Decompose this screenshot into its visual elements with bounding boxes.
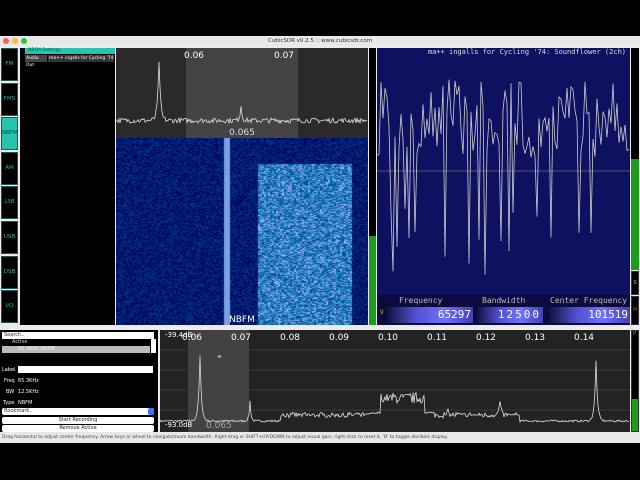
db-bottom-label: -93.0dB — [165, 421, 193, 429]
remove-active-button[interactable]: Remove Active — [2, 425, 154, 432]
start-recording-button[interactable]: Start Recording — [2, 417, 154, 424]
spectrum-trace — [160, 349, 630, 424]
mode-button-fm[interactable]: FM — [1, 48, 18, 81]
center-frequency-value[interactable]: 101519 — [549, 307, 630, 323]
peak-hold-label: P — [633, 331, 637, 337]
window-title: CubicSDR v0.2.5 :: www.cubicsdr.com — [267, 38, 373, 44]
label-label: Label — [2, 367, 16, 373]
mode-button-dsb[interactable]: DSB — [1, 255, 18, 289]
tick-label: 0.09 — [328, 333, 350, 343]
minimize-window-button[interactable] — [12, 38, 18, 44]
bandwidth-label: Bandwidth — [482, 296, 526, 305]
freq-value: 65.3KHz — [18, 378, 39, 384]
scrollbar[interactable] — [151, 339, 156, 353]
tick-label: 0.11 — [426, 333, 448, 343]
waterfall-canvas — [116, 138, 368, 325]
move-cursor-icon: ⌖ — [217, 352, 222, 361]
bw-value: 12.5KHz — [18, 389, 39, 395]
center-freq-label: 0.065 — [206, 421, 232, 431]
tick-label: 0.10 — [377, 333, 399, 343]
settings-header[interactable]: NBFM Settings — [25, 48, 115, 54]
audio-scope: ma++ ingalls for Cycling '74: Soundflowe… — [377, 48, 630, 295]
audio-out-select[interactable]: ma++ ingalls for Cycling '74: — [48, 55, 114, 62]
close-window-button[interactable] — [3, 38, 9, 44]
mode-button-iq[interactable]: I/Q — [1, 290, 18, 324]
scope-waveform — [377, 79, 630, 275]
bookmark-group-active[interactable]: Active — [12, 339, 27, 345]
tick-label: 0.13 — [524, 333, 546, 343]
mode-button-nbfm[interactable]: NBFM — [1, 117, 18, 151]
bookmark-item-active[interactable]: 65.3KHz NBFM — [2, 346, 150, 353]
type-label: Type — [3, 400, 15, 406]
tick-label: 0.14 — [573, 333, 595, 343]
status-bar: Drag horizontal to adjust center frequen… — [0, 432, 640, 443]
main-spectrum[interactable]: -39.4dB -93.0dB 0.065 ⌖ 0.06 0.07 0.08 0.09… — [160, 330, 630, 432]
audio-out-label: Audio Out — [25, 55, 47, 68]
tick-label: 0.12 — [475, 333, 497, 343]
center-frequency-label: Center Frequency — [550, 296, 628, 305]
tick-label: 0.07 — [230, 333, 252, 343]
bandwidth-value[interactable]: 12500 — [477, 307, 543, 323]
freq-label: Freq — [4, 378, 15, 384]
maximize-window-button[interactable] — [21, 38, 27, 44]
frequency-display: Frequency Bandwidth Center Frequency V 6… — [377, 295, 630, 325]
mode-button-am[interactable]: AM — [1, 151, 18, 185]
tick-label: 0.08 — [279, 333, 301, 343]
waterfall-display[interactable]: NBFM — [116, 138, 368, 325]
bw-label: BW — [6, 389, 15, 395]
demod-mode-label: NBFM — [229, 315, 255, 325]
gain-meter[interactable] — [369, 48, 376, 325]
title-bar: CubicSDR v0.2.5 :: www.cubicsdr.com — [0, 36, 640, 46]
squelch-button[interactable]: S — [631, 271, 639, 295]
bookmark-panel: Search.. Active 65.3KHz NBFM Label Freq … — [0, 330, 158, 432]
settings-panel: NBFM Settings Audio Out ma++ ingalls for… — [20, 48, 115, 325]
peak-meter[interactable]: P — [631, 330, 639, 432]
bookmark-select[interactable]: Bookmark.. — [2, 408, 154, 415]
mute-button[interactable]: M — [631, 296, 639, 325]
bookmark-select-value: Bookmark.. — [4, 408, 33, 414]
mini-spectrum-trace — [116, 61, 368, 125]
mode-button-fms[interactable]: FMS — [1, 82, 18, 116]
chevron-updown-icon — [148, 408, 154, 415]
frequency-value[interactable]: 65297 — [387, 307, 473, 323]
mini-spectrum[interactable]: 0.06 0.07 0.065 — [116, 48, 368, 138]
v-indicator[interactable]: V — [380, 309, 384, 316]
type-value: NBFM — [18, 400, 33, 406]
mode-button-lsb[interactable]: LSB — [1, 186, 18, 220]
tick-label: 0.06 — [181, 333, 203, 343]
label-input[interactable] — [18, 366, 153, 373]
mode-button-usb[interactable]: USB — [1, 221, 18, 254]
squelch-meter[interactable] — [631, 48, 639, 270]
frequency-label: Frequency — [399, 296, 443, 305]
bookmark-search-input[interactable]: Search.. — [2, 332, 154, 339]
